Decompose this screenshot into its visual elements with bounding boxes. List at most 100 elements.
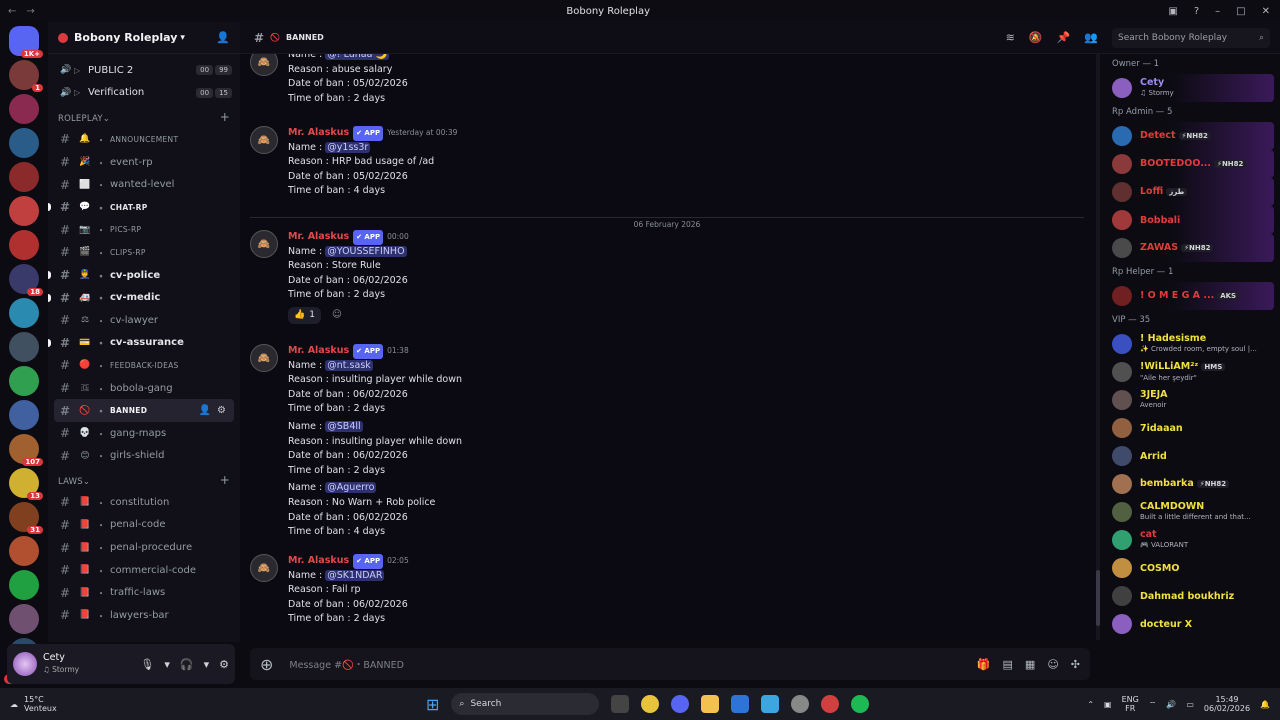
gear-icon[interactable]: ⚙ xyxy=(217,405,226,416)
channel-announcement[interactable]: # 🔔 ・ ANNOUNCEMENT xyxy=(48,128,240,151)
avatar[interactable] xyxy=(13,652,37,676)
invite-icon[interactable]: 👤 xyxy=(199,405,211,416)
server-icon[interactable] xyxy=(9,536,39,566)
chevron-down-icon[interactable]: ▾ xyxy=(164,658,170,671)
author-name[interactable]: Mr. Alaskus xyxy=(288,344,349,359)
sticker-icon[interactable]: ▦ xyxy=(1025,658,1035,671)
gift-icon[interactable]: 🎁 xyxy=(977,658,991,671)
channel-cv-lawyer[interactable]: # ⚖ ・ cv-lawyer xyxy=(48,309,240,332)
message-composer[interactable]: ⊕ Message #🚫・BANNED 🎁 ▤ ▦ ☺ ✣ xyxy=(250,648,1090,680)
microphone-icon[interactable]: 🎙 xyxy=(140,658,154,671)
channel-event-rp[interactable]: # 🎉 ・ event-rp xyxy=(48,151,240,174)
reaction[interactable]: 👍 1 xyxy=(288,306,321,324)
avatar[interactable]: 🙈 xyxy=(250,54,278,76)
server-icon[interactable]: 13 xyxy=(9,468,43,500)
user-mention[interactable]: @YOUSSEFINHO xyxy=(325,245,407,257)
channel-gang-maps[interactable]: # 💀 ・ gang-maps xyxy=(48,422,240,445)
member-item[interactable]: ! Hadesisme ✨ Crowded room, empty soul |.… xyxy=(1106,330,1274,358)
member-item[interactable]: ! O M E G A ... AKS xyxy=(1106,282,1274,310)
member-item[interactable]: cat 🎮 VALORANT xyxy=(1106,526,1274,554)
category-header[interactable]: LAWS ⌄ + xyxy=(48,467,240,491)
back-arrow-icon[interactable]: ← xyxy=(8,6,16,17)
gif-icon[interactable]: ▤ xyxy=(1003,658,1013,671)
channel-banned[interactable]: # 🚫 ・ BANNED 👤 ⚙ xyxy=(54,399,234,422)
channel-commercial-code[interactable]: # 📕 ・ commercial-code xyxy=(48,559,240,582)
search-input[interactable]: Search Bobony Roleplay ⌕ xyxy=(1112,27,1270,48)
clock[interactable]: 15:49 06/02/2026 xyxy=(1204,695,1250,713)
maximize-icon[interactable]: □ xyxy=(1236,6,1245,17)
chevron-down-icon[interactable]: ▾ xyxy=(204,658,210,671)
channel-traffic-laws[interactable]: # 📕 ・ traffic-laws xyxy=(48,581,240,604)
member-item[interactable]: bembarka ⚡NH82 xyxy=(1106,470,1274,498)
server-icon[interactable] xyxy=(9,366,39,396)
server-header[interactable]: Bobony Roleplay ▾ 👤 xyxy=(48,22,240,54)
outlook-icon[interactable] xyxy=(731,695,750,713)
mute-icon[interactable]: 🔕 xyxy=(1029,31,1043,44)
tray-app-icon[interactable]: ▣ xyxy=(1104,700,1112,709)
author-name[interactable]: Mr. Alaskus xyxy=(288,554,349,569)
channel-bobola-gang[interactable]: # 🇬 ・ bobola-gang xyxy=(48,377,240,400)
user-mention[interactable]: @SB4ll xyxy=(325,420,363,432)
channel-clips-rp[interactable]: # 🎬 ・ CLIPS-RP xyxy=(48,241,240,264)
channel-penal-code[interactable]: # 📕 ・ penal-code xyxy=(48,514,240,537)
chevron-up-icon[interactable]: ⌃ xyxy=(1087,700,1094,709)
user-mention[interactable]: @Aguerro xyxy=(325,482,377,494)
language-indicator[interactable]: ENG FR xyxy=(1122,695,1139,713)
user-mention[interactable]: @SK1NDAR xyxy=(325,569,385,581)
photos-icon[interactable] xyxy=(761,695,780,713)
avatar[interactable]: 🙈 xyxy=(250,554,278,582)
member-item[interactable]: Dahmad boukhriz xyxy=(1106,582,1274,610)
server-icon[interactable] xyxy=(9,94,39,124)
server-icon[interactable] xyxy=(9,298,39,328)
server-icon[interactable]: 107 xyxy=(9,434,43,466)
server-icon[interactable]: 18 xyxy=(9,264,43,296)
user-mention[interactable]: @y1ss3r xyxy=(325,141,371,153)
member-item[interactable]: ZAWAS ⚡NH82 xyxy=(1106,234,1274,262)
notification-icon[interactable]: 🔔 xyxy=(1260,700,1270,709)
weather-widget[interactable]: ☁ 15°C Venteux xyxy=(10,695,57,713)
member-item[interactable]: BOOTEDOO... ⚡NH82 xyxy=(1106,150,1274,178)
channel-cv-police[interactable]: # 👮 ・ cv-police xyxy=(48,264,240,287)
member-item[interactable]: 7idaaan xyxy=(1106,414,1274,442)
avatar[interactable]: 🙈 xyxy=(250,126,278,154)
member-item[interactable]: !WiLLiAM²ᶻ HMS "Aile her şeydir" xyxy=(1106,358,1274,386)
create-channel-icon[interactable]: + xyxy=(220,473,230,487)
voice-channel[interactable]: 🔊 ▷ PUBLIC 2 00 99 xyxy=(48,59,240,82)
channel-cv-medic[interactable]: # 🚑 ・ cv-medic xyxy=(48,286,240,309)
server-icon[interactable] xyxy=(9,128,39,158)
settings-icon[interactable] xyxy=(791,695,810,713)
member-item[interactable]: Cety ♫ Stormy xyxy=(1106,74,1274,102)
headphones-icon[interactable]: 🎧 xyxy=(180,658,194,671)
file-explorer-icon[interactable] xyxy=(701,695,720,713)
user-mention[interactable]: @! Lunaa 🌙 xyxy=(325,54,390,60)
apps-icon[interactable]: ✣ xyxy=(1071,658,1080,671)
server-icon[interactable]: 1 xyxy=(9,60,43,92)
avatar[interactable]: 🙈 xyxy=(250,230,278,258)
member-item[interactable]: CALMDOWN Built a little different and tha… xyxy=(1106,498,1274,526)
close-icon[interactable]: ✕ xyxy=(1262,6,1270,17)
server-icon[interactable]: 1K+ xyxy=(9,26,43,58)
user-mention[interactable]: @nt.sask xyxy=(325,359,373,371)
forward-arrow-icon[interactable]: → xyxy=(26,6,34,17)
volume-icon[interactable]: 🔊 xyxy=(1166,700,1176,709)
message-input[interactable]: Message #🚫・BANNED xyxy=(289,657,404,671)
server-icon[interactable] xyxy=(9,400,39,430)
spotify-icon[interactable] xyxy=(851,695,870,713)
server-icon[interactable] xyxy=(9,162,39,192)
battery-icon[interactable]: ▭ xyxy=(1186,700,1194,709)
gear-icon[interactable]: ⚙ xyxy=(219,658,229,671)
channel-constitution[interactable]: # 📕 ・ constitution xyxy=(48,491,240,514)
threads-icon[interactable]: ≋ xyxy=(1006,31,1015,44)
windows-start-icon[interactable]: ⊞ xyxy=(426,695,439,714)
app-icon[interactable] xyxy=(821,695,840,713)
minimize-icon[interactable]: – xyxy=(1215,6,1220,17)
discord-icon[interactable] xyxy=(671,695,690,713)
channel-pics-rp[interactable]: # 📷 ・ PICS-RP xyxy=(48,219,240,242)
voice-channel[interactable]: 🔊 ▷ Verification 00 15 xyxy=(48,82,240,105)
add-reaction-icon[interactable]: ☺ xyxy=(329,309,342,320)
channel-chat-rp[interactable]: # 💬 ・ CHAT-RP xyxy=(48,196,240,219)
channel-wanted-level[interactable]: # ⬜ ・ wanted-level xyxy=(48,173,240,196)
add-attachment-icon[interactable]: ⊕ xyxy=(260,655,273,674)
member-item[interactable]: Bobbali xyxy=(1106,206,1274,234)
server-icon[interactable] xyxy=(9,230,39,260)
